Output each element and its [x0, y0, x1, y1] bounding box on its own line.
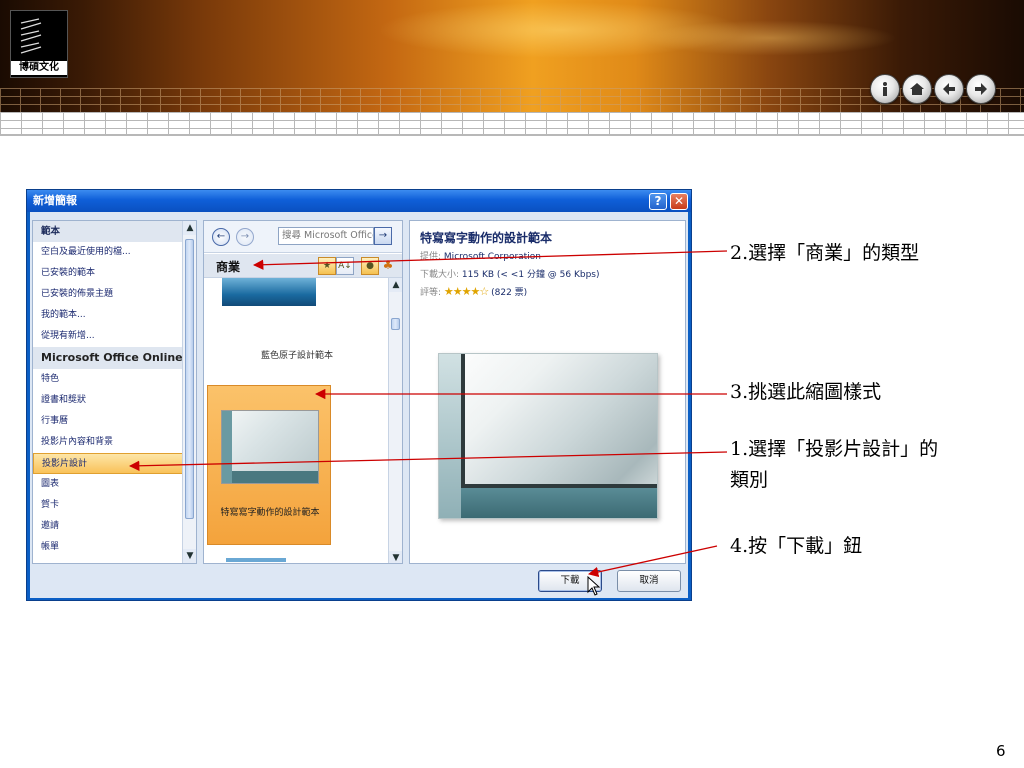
- annotation-step1-line2: 類別: [730, 469, 769, 491]
- template-label: 藍色原子設計範本: [260, 351, 333, 361]
- gallery-header: 商業 ★ A↓ ● ♣: [204, 254, 402, 278]
- forward-icon[interactable]: [966, 74, 996, 104]
- scroll-thumb[interactable]: [391, 318, 400, 330]
- category-scrollbar[interactable]: ▲ ▼: [182, 221, 196, 563]
- banner-subgrid-decoration: [0, 112, 1024, 136]
- category-group-header: 範本: [33, 221, 184, 242]
- category-item[interactable]: 賀卡: [33, 495, 184, 516]
- template-label: 特寫寫字動作的設計範本: [220, 508, 320, 518]
- help-button[interactable]: ?: [649, 193, 667, 210]
- size-label: 下載大小:: [420, 270, 460, 280]
- gallery-navbar: ← → 搜尋 Microsoft Office Online →: [204, 221, 402, 253]
- close-button[interactable]: ✕: [670, 193, 688, 210]
- rating-count: (822 票): [491, 288, 528, 298]
- scroll-up-icon[interactable]: ▲: [183, 221, 196, 235]
- info-icon[interactable]: [870, 74, 900, 104]
- category-group-header[interactable]: Microsoft Office Online: [33, 347, 184, 369]
- back-icon[interactable]: [934, 74, 964, 104]
- community-icon[interactable]: ♣: [379, 257, 397, 275]
- page-number: 6: [996, 742, 1006, 760]
- header-banner: 博碩文化: [0, 0, 1024, 112]
- category-title: 商業: [216, 260, 241, 274]
- category-item[interactable]: 證書和獎狀: [33, 390, 184, 411]
- rating-label: 評等:: [420, 288, 442, 298]
- home-icon[interactable]: [902, 74, 932, 104]
- search-go-button[interactable]: →: [374, 227, 392, 245]
- provider-value: Microsoft Corporation: [443, 252, 541, 262]
- template-thumbnail-blue-atom[interactable]: [222, 278, 316, 306]
- preview-title: 特寫寫字動作的設計範本: [420, 231, 553, 245]
- annotation-step4: 4.按「下載」鈕: [730, 535, 863, 557]
- provider-label: 提供:: [420, 252, 442, 262]
- rating-stars-icon[interactable]: ★★★★☆: [444, 285, 489, 298]
- forward-icon[interactable]: →: [236, 228, 254, 246]
- logo-mark-icon: [20, 18, 42, 54]
- category-item[interactable]: 空白及最近使用的檔...: [33, 242, 184, 263]
- template-thumbnail-selected[interactable]: 特寫寫字動作的設計範本: [207, 385, 331, 545]
- sort-az-icon[interactable]: A↓: [336, 257, 354, 275]
- rating-row: 評等: ★★★★☆ (822 票): [420, 285, 527, 298]
- category-item[interactable]: 我的範本...: [33, 305, 184, 326]
- back-icon[interactable]: ←: [212, 228, 230, 246]
- category-item[interactable]: 投影片設計: [33, 453, 184, 474]
- category-item[interactable]: 特色: [33, 369, 184, 390]
- scroll-down-icon[interactable]: ▼: [389, 551, 402, 563]
- category-item[interactable]: 從現有新增...: [33, 326, 184, 347]
- provider-row: 提供: Microsoft Corporation: [420, 249, 541, 262]
- size-value: 115 KB (< <1 分鐘 @ 56 Kbps): [461, 270, 600, 280]
- mouse-cursor-icon: [587, 576, 601, 596]
- cancel-button[interactable]: 取消: [617, 570, 681, 592]
- scroll-thumb[interactable]: [185, 239, 194, 519]
- slide-nav-icons: [870, 74, 996, 104]
- scroll-up-icon[interactable]: ▲: [389, 278, 402, 292]
- category-item[interactable]: 邀請: [33, 516, 184, 537]
- category-list: 範本 空白及最近使用的檔... 已安裝的範本 已安裝的佈景主題 我的範本... 從現有新增…: [33, 221, 184, 558]
- rating-sort-icon[interactable]: ★: [318, 257, 336, 275]
- preview-pane: 特寫寫字動作的設計範本 提供: Microsoft Corporation 下載…: [409, 220, 686, 564]
- size-row: 下載大小: 115 KB (< <1 分鐘 @ 56 Kbps): [420, 267, 600, 280]
- dialog-title: 新增簡報: [27, 190, 691, 212]
- slide: 博碩文化 新增簡報 ? ✕ 範本 空白及最近使用的檔... 已安裝的範本 已安裝的佈: [0, 0, 1024, 768]
- annotation-step1-line1: 1.選擇「投影片設計」的: [730, 438, 939, 460]
- category-pane: 範本 空白及最近使用的檔... 已安裝的範本 已安裝的佈景主題 我的範本... 從現有新增…: [32, 220, 197, 564]
- template-preview-image: [438, 353, 658, 519]
- publisher-logo: 博碩文化: [10, 10, 68, 78]
- category-item[interactable]: 已安裝的範本: [33, 263, 184, 284]
- user-icon[interactable]: ●: [361, 257, 379, 275]
- template-thumbnail-next[interactable]: [226, 558, 286, 562]
- category-item[interactable]: 帳單: [33, 537, 184, 558]
- new-presentation-dialog: 新增簡報 ? ✕ 範本 空白及最近使用的檔... 已安裝的範本 已安裝的佈景主題 我的範…: [26, 189, 692, 601]
- search-input[interactable]: 搜尋 Microsoft Office Online: [278, 227, 374, 245]
- gallery-scrollbar[interactable]: ▲ ▼: [388, 278, 402, 563]
- category-item[interactable]: 已安裝的佈景主題: [33, 284, 184, 305]
- category-item[interactable]: 投影片內容和背景: [33, 432, 184, 453]
- annotation-step2: 2.選擇「商業」的類型: [730, 242, 920, 264]
- annotation-step3: 3.挑選此縮圖樣式: [730, 381, 882, 403]
- template-gallery-pane: ← → 搜尋 Microsoft Office Online → 商業 ★ A↓…: [203, 220, 403, 564]
- scroll-down-icon[interactable]: ▼: [183, 549, 196, 563]
- category-item[interactable]: 圖表: [33, 474, 184, 495]
- logo-text: 博碩文化: [11, 61, 67, 75]
- category-item[interactable]: 行事曆: [33, 411, 184, 432]
- dialog-body: 範本 空白及最近使用的檔... 已安裝的範本 已安裝的佈景主題 我的範本... 從現有新增…: [30, 212, 688, 598]
- template-thumbnail-image: [221, 410, 319, 484]
